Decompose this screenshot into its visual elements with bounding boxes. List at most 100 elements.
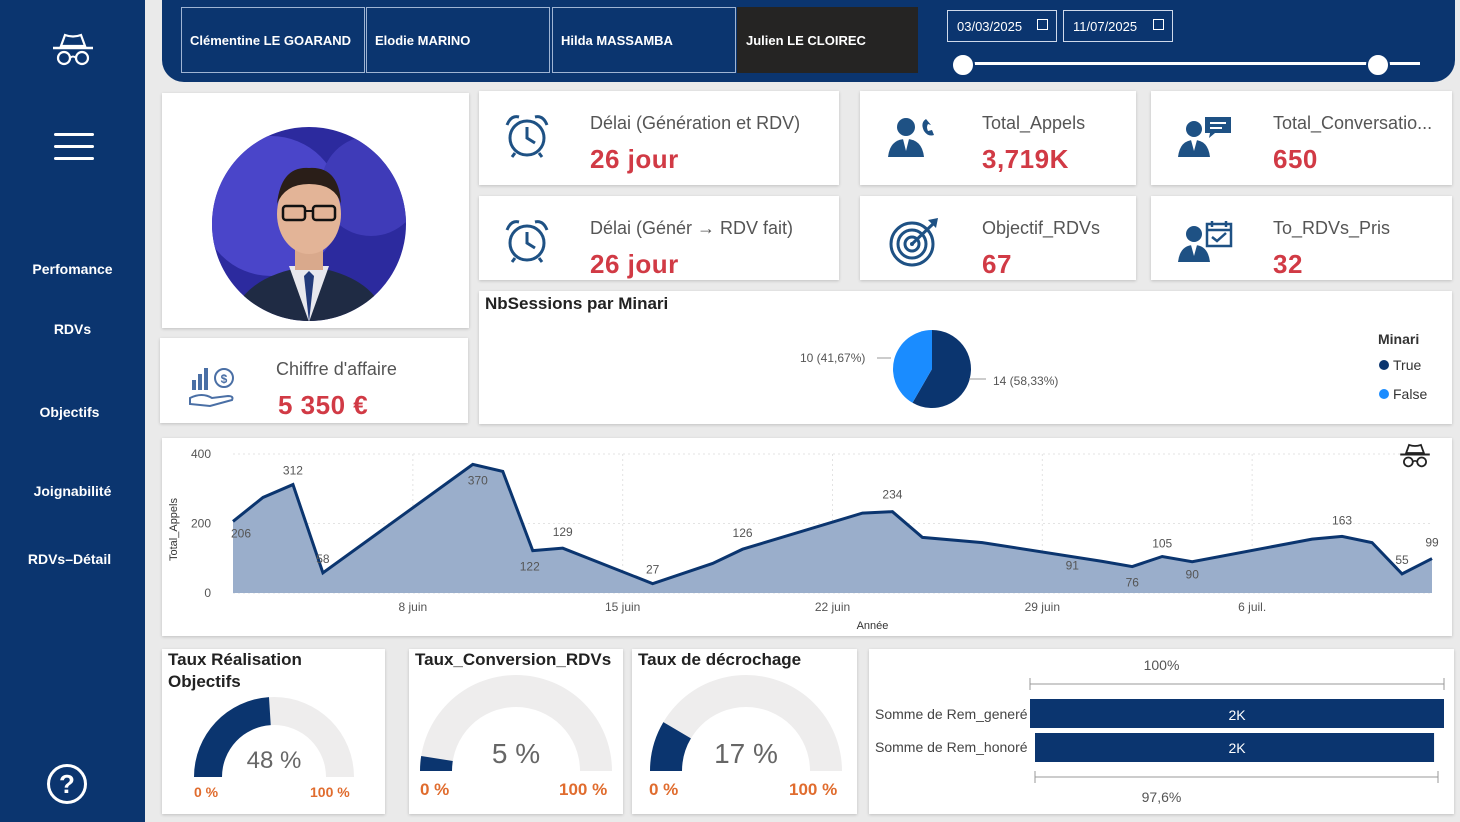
data-label: 234: [882, 488, 902, 502]
person-calendar-icon: [1178, 221, 1233, 262]
kpi-value-chiffre-affaire: 5 350 €: [278, 390, 369, 420]
data-label: 122: [520, 560, 540, 574]
person-tab-elodie[interactable]: Elodie MARINO: [366, 7, 550, 73]
start-date-value: 03/03/2025: [957, 18, 1023, 34]
data-label: 105: [1152, 537, 1172, 551]
data-label: 58: [316, 552, 330, 566]
kpi-value-to-rdvs-pris: 32: [1273, 249, 1303, 279]
x-axis-title: Année: [857, 620, 889, 632]
target-icon: [889, 218, 938, 267]
kpi-value-delai-generation: 26 jour: [590, 144, 679, 174]
avatar: [212, 127, 406, 321]
data-label: 55: [1395, 553, 1409, 567]
gauge-value-decrochage: 17 %: [714, 738, 778, 769]
end-date-input[interactable]: 11/07/2025: [1063, 10, 1173, 42]
area-fill: [233, 464, 1432, 593]
gauge-min-decrochage: 0 %: [649, 780, 679, 799]
pie-chart: 10 (41,67%) 14 (58,33%): [800, 330, 1058, 408]
money-growth-icon: $: [189, 368, 234, 408]
gauge-card-conversion: Taux_Conversion_RDVs 5 % 0 % 100 %: [409, 649, 623, 814]
person-tab-julien[interactable]: Julien LE CLOIREC: [737, 7, 918, 73]
date-slider-end-handle[interactable]: [1366, 53, 1390, 77]
data-label: 91: [1066, 558, 1080, 572]
kpi-value-total-conversations: 650: [1273, 144, 1318, 174]
gauge-min-realisation: 0 %: [194, 784, 219, 800]
data-label: 163: [1332, 513, 1352, 527]
gauge-max-realisation: 100 %: [310, 784, 350, 800]
nav-objectifs[interactable]: Objectifs: [0, 404, 142, 420]
kpi-label-delai-fait: Délai (Génér → RDV fait): [590, 218, 794, 238]
person-chat-icon: [1178, 117, 1231, 157]
alarm-clock-icon: [505, 220, 549, 263]
gauge-max-conversion: 100 %: [559, 780, 608, 799]
kpi-card-total-appels: Total_Appels 3,719K: [860, 91, 1136, 185]
sidebar: Perfomance RDVs Objectifs Joignabilité R…: [0, 0, 145, 822]
x-tick-label: 29 juin: [1025, 600, 1060, 614]
person-phone-icon: [888, 118, 934, 157]
incognito-icon: [53, 33, 93, 66]
kpi-label-objectif-rdvs: Objectif_RDVs: [982, 218, 1101, 238]
nav-joignabilite[interactable]: Joignabilité: [0, 483, 145, 499]
x-tick-label: 22 juin: [815, 600, 850, 614]
help-icon[interactable]: ?: [47, 764, 87, 804]
data-label: 27: [646, 563, 660, 577]
nav-rdvs-detail[interactable]: RDVs–Détail: [0, 551, 142, 567]
kpi-label-to-rdvs-pris: To_RDVs_Pris: [1273, 218, 1391, 238]
data-label: 99: [1425, 536, 1439, 550]
rem-value-honored: 2K: [1228, 740, 1246, 756]
pie-label-true: 14 (58,33%): [993, 374, 1058, 388]
x-tick-label: 15 juin: [605, 600, 640, 614]
data-label: 76: [1126, 576, 1140, 590]
hamburger-icon[interactable]: [54, 131, 94, 161]
rem-label-generated: Somme de Rem_generé: [875, 706, 1028, 722]
end-date-value: 11/07/2025: [1073, 18, 1138, 34]
gauge-card-decrochage: Taux de décrochage 17 % 0 % 100 %: [632, 649, 857, 814]
kpi-value-total-appels: 3,719K: [982, 144, 1069, 174]
person-tab-hilda[interactable]: Hilda MASSAMBA: [552, 7, 736, 73]
legend-label-false: False: [1393, 386, 1428, 402]
pie-legend-false[interactable]: False: [1379, 386, 1427, 402]
rem-bar-card: 100% 2K 2K Somme de Rem_generé Somme de …: [869, 649, 1454, 814]
x-tick-label: 8 juin: [399, 600, 428, 614]
nav-rdvs[interactable]: RDVs: [0, 321, 145, 337]
kpi-card-delai-generation: Délai (Génération et RDV) 26 jour: [479, 91, 839, 185]
kpi-label-delai-generation: Délai (Génération et RDV): [590, 113, 801, 133]
gauge-min-conversion: 0 %: [420, 780, 450, 799]
date-slider-track[interactable]: [962, 62, 1420, 65]
top-bar: Clémentine LE GOARAND Elodie MARINO Hild…: [162, 0, 1455, 82]
kpi-label-chiffre-affaire: Chiffre d'affaire: [276, 359, 397, 379]
data-label: 129: [553, 525, 573, 539]
kpi-value-objectif-rdvs: 67: [982, 249, 1012, 279]
nav-perfomance[interactable]: Perfomance: [0, 261, 145, 277]
pie-legend-true[interactable]: True: [1379, 357, 1421, 373]
alarm-clock-icon: [505, 115, 549, 158]
legend-dot-false: [1379, 389, 1389, 399]
kpi-label-total-conversations: Total_Conversatio...: [1273, 113, 1433, 133]
person-tab-clementine[interactable]: Clémentine LE GOARAND: [181, 7, 365, 73]
incognito-icon: [1400, 443, 1430, 468]
data-label: 312: [283, 464, 303, 478]
data-label: 126: [733, 526, 753, 540]
kpi-card-total-conversations: Total_Conversatio... 650: [1151, 91, 1452, 185]
rem-bottom-label: 97,6%: [1141, 789, 1182, 805]
calendar-icon: [1153, 19, 1164, 30]
data-label: 206: [231, 526, 251, 540]
y-tick-label: 0: [204, 586, 211, 600]
gauge-max-decrochage: 100 %: [789, 780, 838, 799]
rem-bottom-bracket: [1034, 771, 1439, 783]
rem-top-bracket: [1029, 678, 1445, 690]
data-label: 90: [1186, 568, 1200, 582]
area-chart: 0 200 400 8 juin 15 juin 22 juin 29 juin 6 juil…: [168, 447, 1439, 632]
y-tick-label: 200: [191, 517, 211, 531]
kpi-label-total-appels: Total_Appels: [982, 113, 1086, 133]
date-slider-start-handle[interactable]: [951, 53, 975, 77]
y-tick-label: 400: [191, 447, 211, 461]
legend-label-true: True: [1393, 357, 1422, 373]
legend-dot-true: [1379, 360, 1389, 370]
start-date-input[interactable]: 03/03/2025: [947, 10, 1057, 42]
x-tick-label: 6 juil.: [1238, 600, 1266, 614]
profile-card: [162, 93, 469, 328]
y-axis-title: Total_Appels: [168, 498, 180, 561]
pie-chart-card: NbSessions par Minari 10 (41,67%) 14 (58…: [479, 291, 1452, 424]
area-chart-card: 0 200 400 8 juin 15 juin 22 juin 29 juin 6 juil…: [162, 438, 1452, 636]
